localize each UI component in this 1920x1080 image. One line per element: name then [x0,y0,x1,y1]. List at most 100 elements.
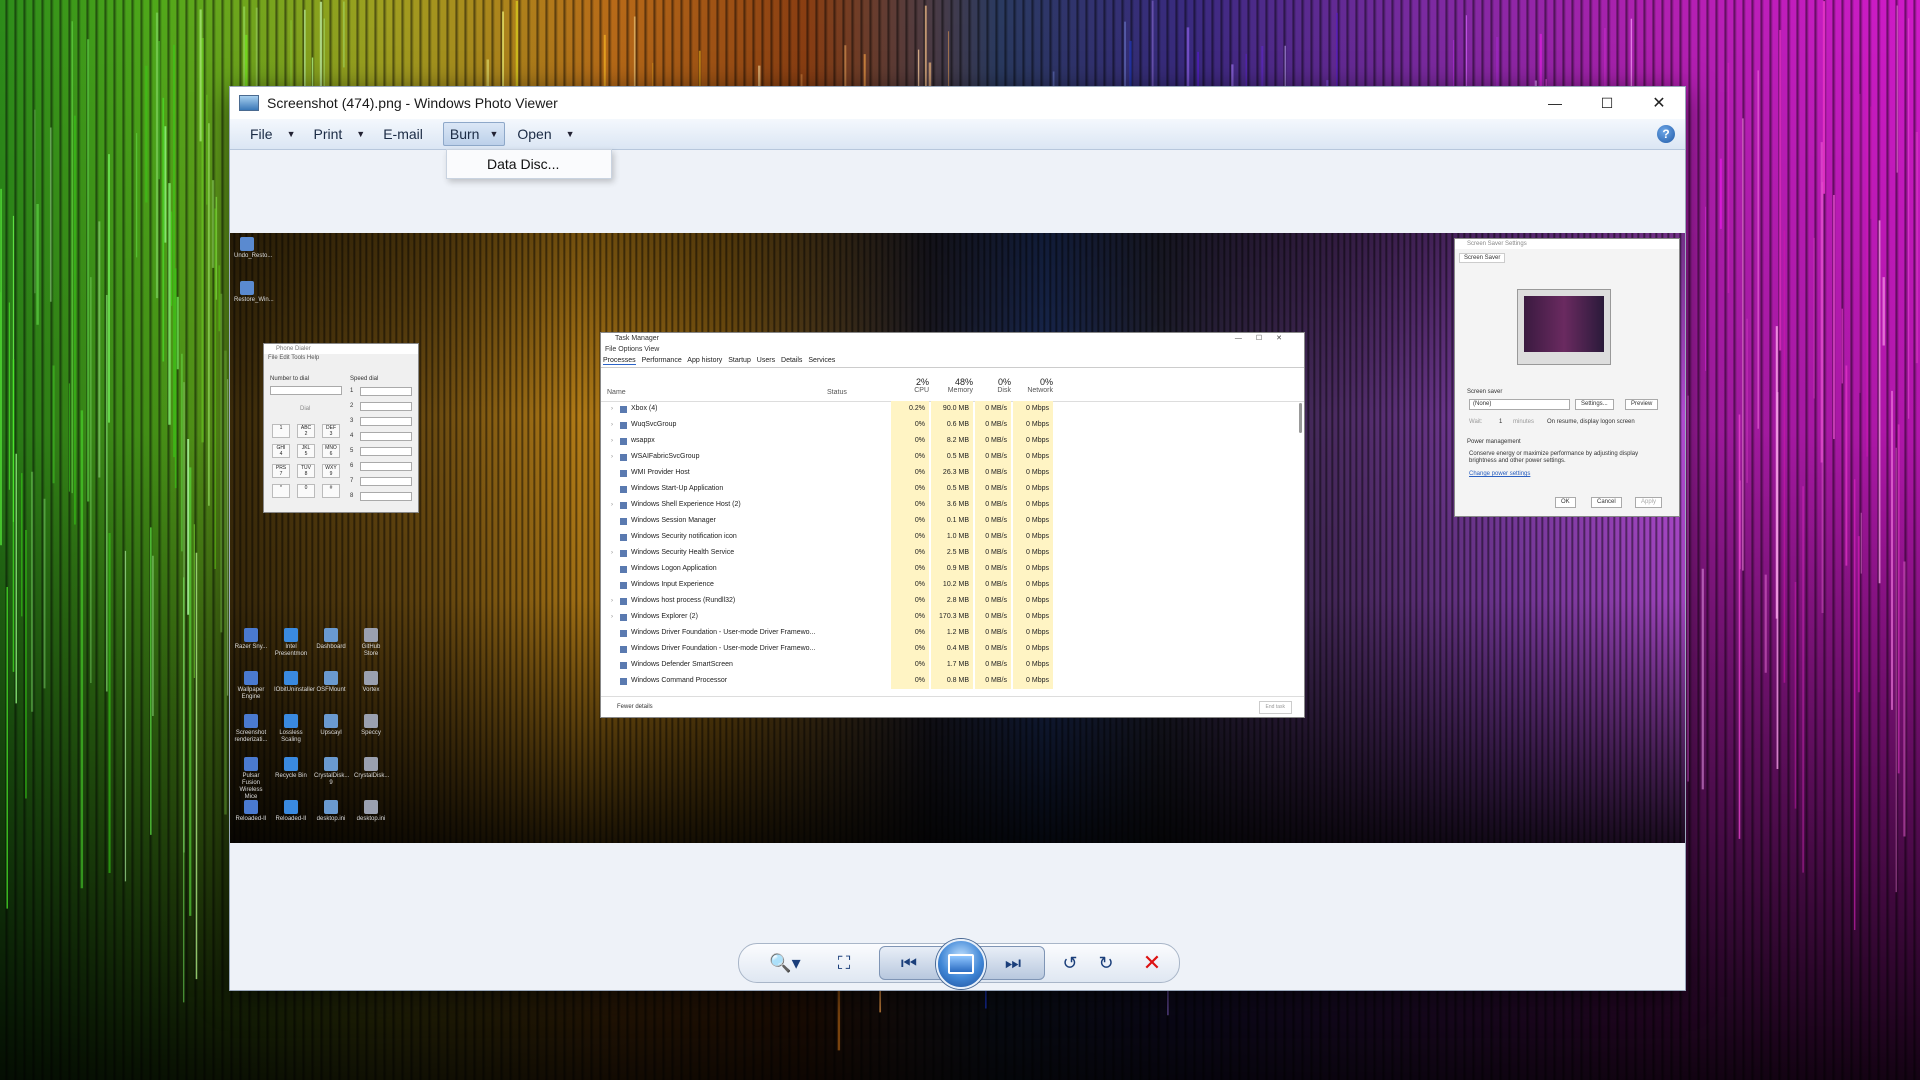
cpu-value: 0% [891,609,929,625]
memory-value: 8.2 MB [931,433,973,449]
dialer-key: 1 [272,424,290,438]
previous-button[interactable]: ⏮ [889,948,929,978]
disk-value: 0 MB/s [975,529,1011,545]
process-row: › Windows Shell Experience Host (2) 0% 3.6 … [601,497,1304,513]
speed-dial-label: Speed dial [350,376,379,382]
network-value: 0 Mbps [1013,673,1053,689]
dialer-key: WXY 9 [322,464,340,478]
open-menu[interactable]: Open ▼ [511,123,580,145]
menu-bar: File ▼ Print ▼ E-mail Burn ▼ Open ▼ ? [230,119,1685,150]
process-row: › Windows Explorer (2) 0% 170.3 MB 0 MB/s 0 M… [601,609,1304,625]
rotate-clockwise-icon[interactable]: ↻ [1091,948,1121,978]
process-name: Windows Session Manager [631,517,716,524]
resume-checkbox-label: On resume, display logon screen [1547,419,1635,425]
maximize-button[interactable]: ☐ [1581,87,1633,119]
help-icon[interactable]: ? [1657,125,1675,143]
expand-chevron-icon: › [611,598,613,604]
actual-size-icon[interactable]: ⛶ [829,948,859,978]
power-text: Conserve energy or maximize performance … [1469,451,1639,464]
zoom-icon[interactable]: 🔍▾ [765,948,805,978]
process-icon [620,550,627,557]
network-value: 0 Mbps [1013,657,1053,673]
disk-value: 0 MB/s [975,641,1011,657]
process-row: Windows Command Processor 0% 0.8 MB 0 MB/s 0… [601,673,1304,689]
process-row: › Windows host process (Rundll32) 0% 2.8 MB… [601,593,1304,609]
print-menu[interactable]: Print ▼ [307,123,371,145]
photo-viewer-app-icon [239,95,259,111]
desktop-icon: Reloaded-II [274,800,308,823]
process-icon [620,582,627,589]
file-menu[interactable]: File ▼ [244,123,301,145]
disk-value: 0 MB/s [975,577,1011,593]
slideshow-button[interactable] [936,939,986,989]
network-value: 0 Mbps [1013,625,1053,641]
dialer-key: # [322,484,340,498]
title-bar[interactable]: Screenshot (474).png - Windows Photo Vie… [230,87,1685,119]
process-name: WuqSvcGroup [631,421,677,428]
cpu-value: 0% [891,593,929,609]
disk-value: 0 MB/s [975,561,1011,577]
expand-chevron-icon: › [611,550,613,556]
speed-dial-number: 5 [350,448,354,454]
dialer-key: PRS 7 [272,464,290,478]
process-icon [620,454,627,461]
expand-chevron-icon: › [611,438,613,444]
window-title: Screenshot (474).png - Windows Photo Vie… [267,95,558,111]
burn-dropdown-menu: Data Disc... [446,149,612,179]
cpu-value: 0% [891,417,929,433]
task-manager-window: Task Manager —☐✕ File Options View Proce… [600,332,1305,718]
desktop-icon: desktop.ini [314,800,348,823]
process-name: WSAIFabricSvcGroup [631,453,700,460]
disk-value: 0 MB/s [975,433,1011,449]
speed-dial-field [360,417,412,426]
screen-saver-title: Screen Saver Settings [1455,239,1679,249]
expand-chevron-icon: › [611,454,613,460]
cpu-value: 0% [891,625,929,641]
delete-icon[interactable]: ✕ [1137,948,1167,978]
process-icon [620,678,627,685]
process-name: Windows Defender SmartScreen [631,661,733,668]
preview-button: Preview [1625,399,1659,410]
process-icon [620,470,627,477]
number-to-dial-label: Number to dial [270,376,310,382]
screen-saver-tab: Screen Saver [1459,253,1506,263]
data-disc-menu-item[interactable]: Data Disc... [487,156,559,172]
desktop-icon: IObitUninstaller [274,671,315,694]
disk-value: 0 MB/s [975,465,1011,481]
ok-button: OK [1555,497,1576,508]
rotate-counterclockwise-icon[interactable]: ↺ [1055,948,1085,978]
burn-menu-label: Burn [449,126,480,142]
fewer-details-link: Fewer details [617,704,653,710]
speed-dial-number: 3 [350,418,354,424]
network-value: 0 Mbps [1013,609,1053,625]
network-value: 0 Mbps [1013,449,1053,465]
email-menu[interactable]: E-mail [377,123,429,145]
speed-dial-number: 2 [350,403,354,409]
slideshow-icon [948,954,974,974]
process-icon [620,598,627,605]
network-value: 0 Mbps [1013,513,1053,529]
desktop-icon: Upscayl [314,714,348,737]
print-menu-label: Print [313,126,343,142]
minimize-button[interactable]: — [1529,87,1581,119]
disk-value: 0 MB/s [975,417,1011,433]
change-power-settings-link: Change power settings [1469,471,1531,477]
screen-saver-label: Screen saver [1467,389,1503,395]
desktop-icon: Vortex [354,671,388,694]
speed-dial-number: 4 [350,433,354,439]
memory-value: 0.8 MB [931,673,973,689]
burn-menu[interactable]: Burn ▼ [442,122,506,146]
dialer-key: TUV 8 [297,464,315,478]
desktop-icon: Dashboard [314,628,348,651]
dialer-key: GHI 4 [272,444,290,458]
next-button[interactable]: ⏭ [993,948,1033,978]
end-task-button: End task [1258,701,1292,714]
dialer-key: ABC 2 [297,424,315,438]
disk-value: 0 MB/s [975,449,1011,465]
expand-chevron-icon: › [611,614,613,620]
close-button[interactable]: ✕ [1633,87,1685,119]
dial-button: Dial [300,406,311,412]
photo-viewer-window: Screenshot (474).png - Windows Photo Vie… [229,86,1686,991]
desktop-icon: CrystalDisk... [354,757,389,780]
speed-dial-number: 1 [350,388,354,394]
